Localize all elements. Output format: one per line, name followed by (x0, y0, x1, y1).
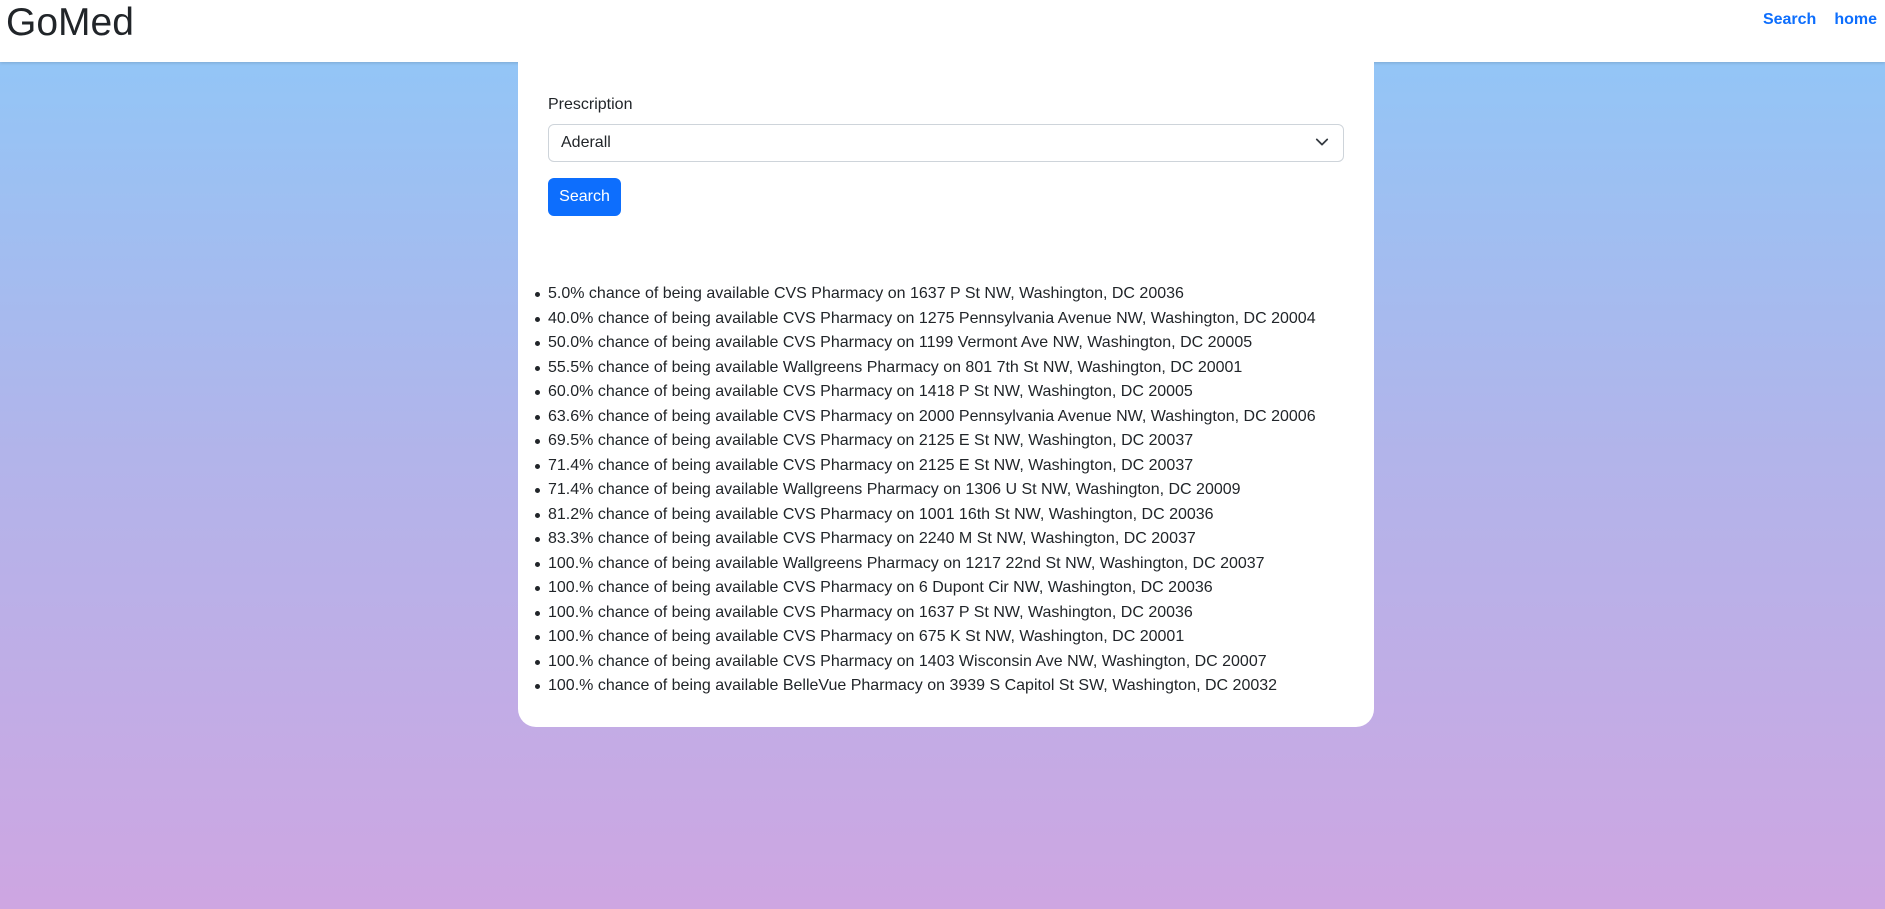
nav-link-search[interactable]: Search (1763, 11, 1816, 29)
nav-link-home[interactable]: home (1834, 11, 1877, 29)
list-item: 81.2% chance of being available CVS Phar… (535, 503, 1316, 528)
list-item: 5.0% chance of being available CVS Pharm… (535, 282, 1316, 307)
prescription-select[interactable]: Aderall (548, 124, 1344, 162)
list-item: 50.0% chance of being available CVS Phar… (535, 331, 1316, 356)
nav-links: Search home (1763, 11, 1877, 29)
list-item: 100.% chance of being available BelleVue… (535, 674, 1316, 699)
navbar: GoMed Search home (0, 0, 1885, 62)
list-item: 40.0% chance of being available CVS Phar… (535, 307, 1316, 332)
prescription-label: Prescription (548, 96, 633, 113)
list-item: 60.0% chance of being available CVS Phar… (535, 380, 1316, 405)
results-list: 5.0% chance of being available CVS Pharm… (535, 282, 1316, 699)
list-item: 69.5% chance of being available CVS Phar… (535, 429, 1316, 454)
list-item: 100.% chance of being available CVS Phar… (535, 601, 1316, 626)
list-item: 55.5% chance of being available Wallgree… (535, 356, 1316, 381)
list-item: 100.% chance of being available CVS Phar… (535, 650, 1316, 675)
list-item: 71.4% chance of being available Wallgree… (535, 478, 1316, 503)
brand-logo[interactable]: GoMed (6, 1, 134, 45)
search-card: Prescription Aderall Search 5.0% chance … (518, 62, 1374, 727)
search-button[interactable]: Search (548, 178, 621, 216)
list-item: 100.% chance of being available CVS Phar… (535, 576, 1316, 601)
prescription-selected-value: Aderall (561, 134, 611, 151)
list-item: 71.4% chance of being available CVS Phar… (535, 454, 1316, 479)
list-item: 100.% chance of being available Wallgree… (535, 552, 1316, 577)
list-item: 100.% chance of being available CVS Phar… (535, 625, 1316, 650)
list-item: 83.3% chance of being available CVS Phar… (535, 527, 1316, 552)
chevron-down-icon (1315, 138, 1329, 146)
list-item: 63.6% chance of being available CVS Phar… (535, 405, 1316, 430)
